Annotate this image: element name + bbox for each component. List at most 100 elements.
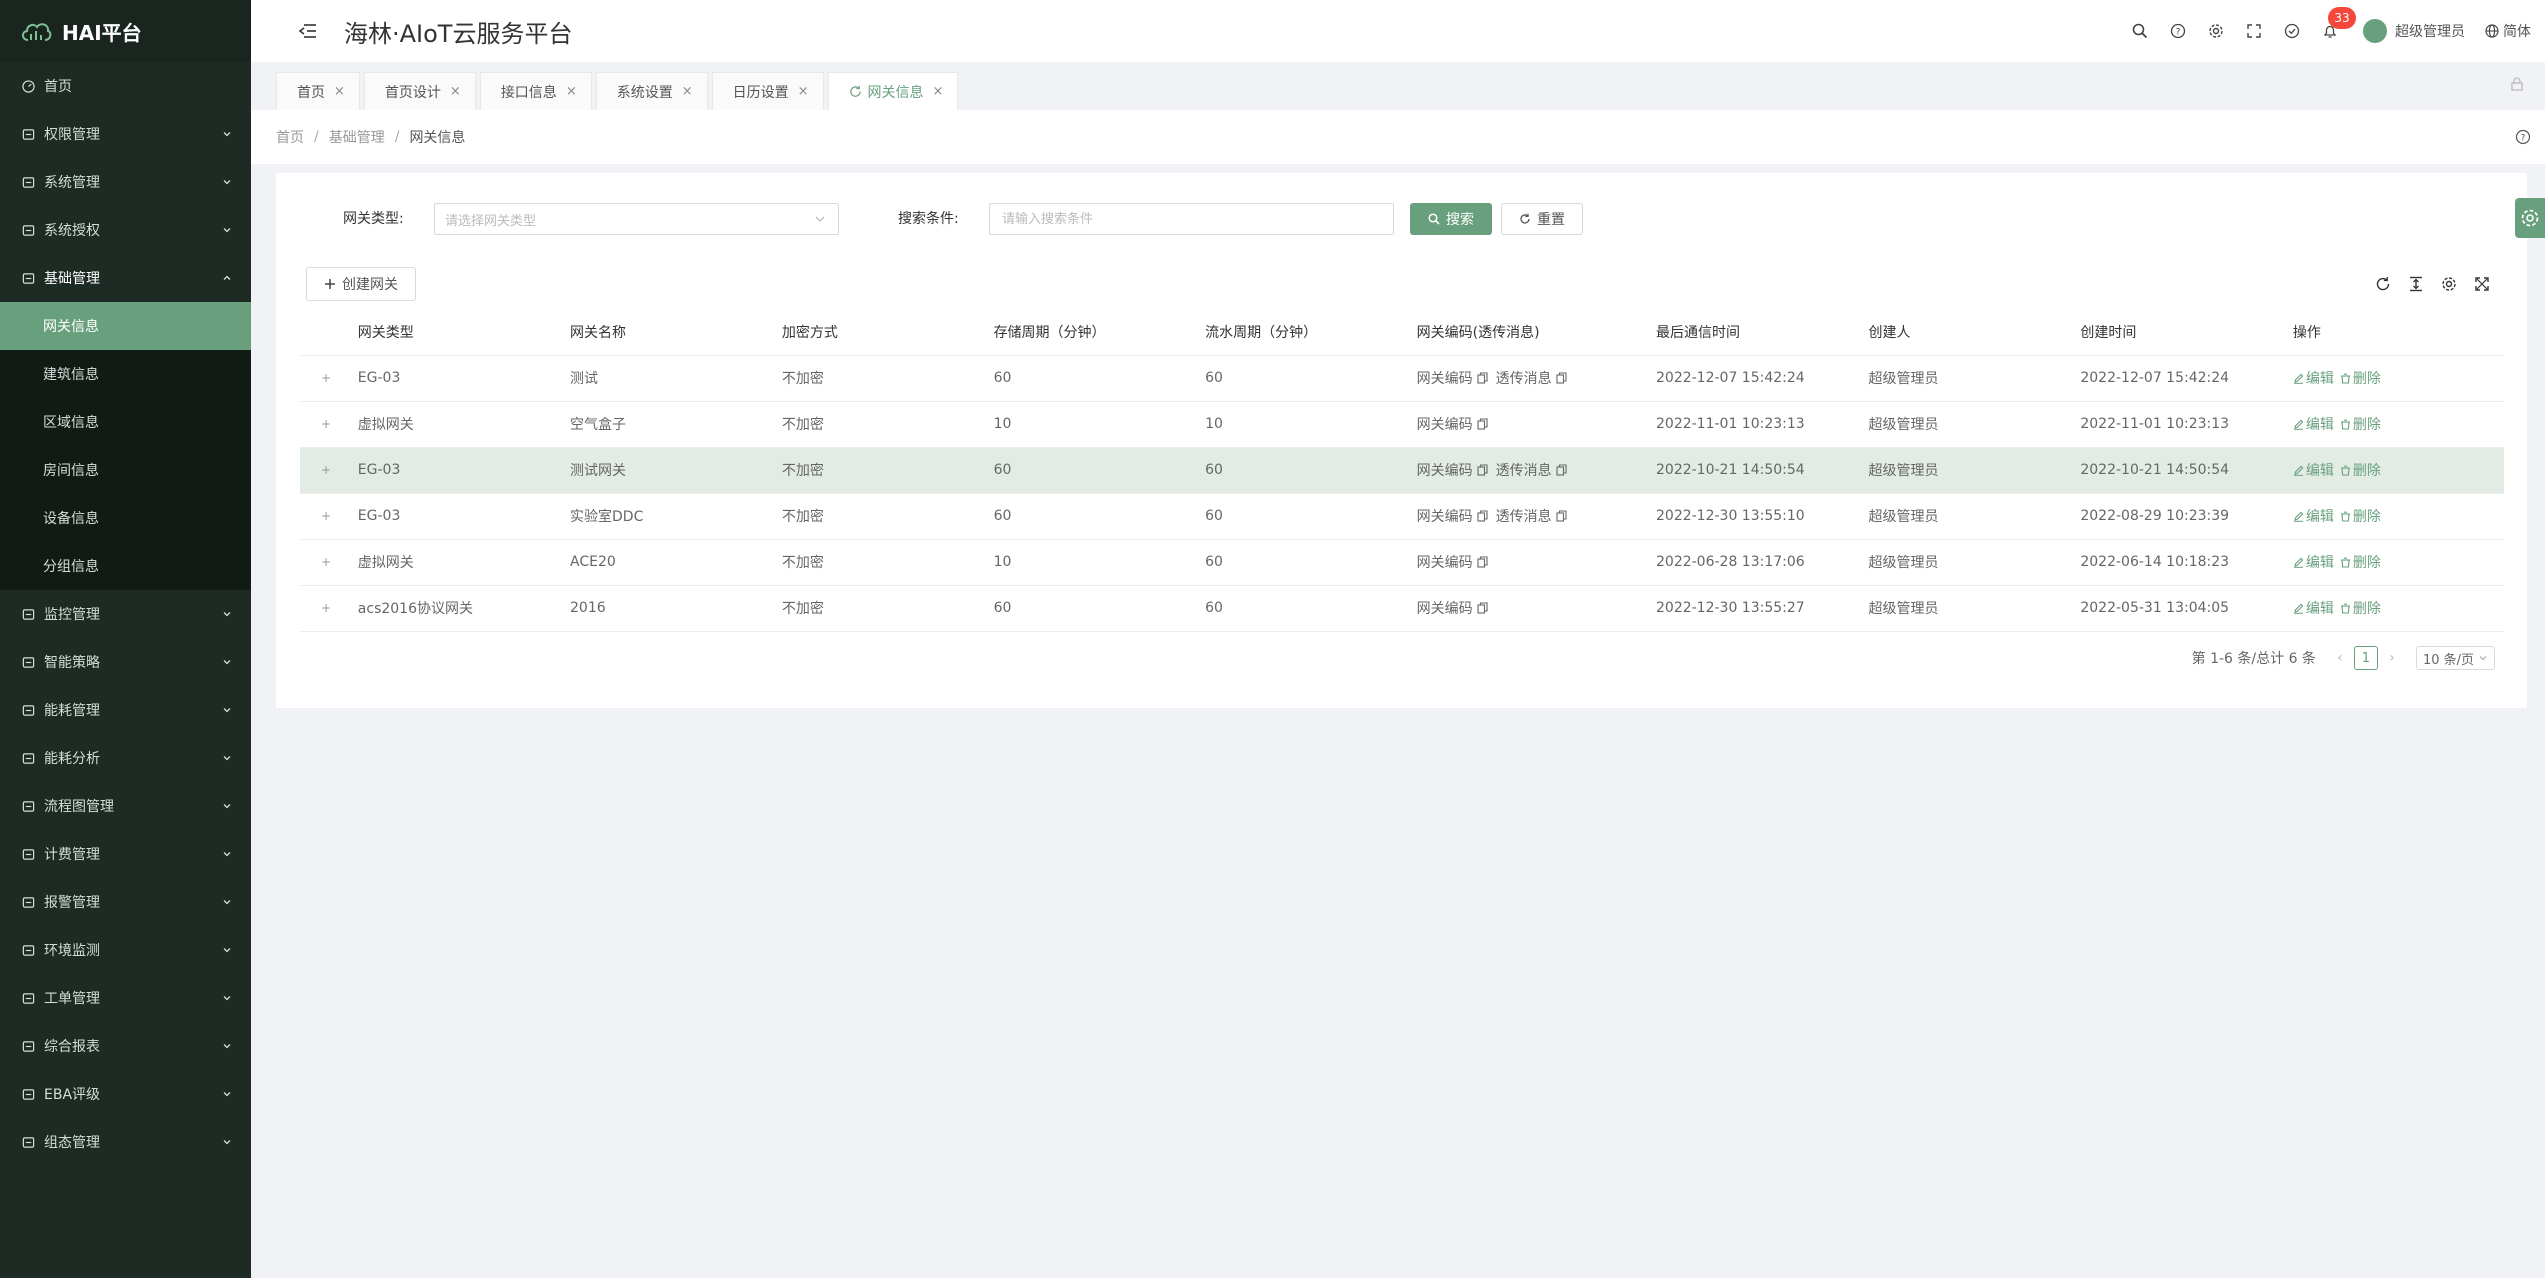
submenu-item-4[interactable]: 设备信息 bbox=[0, 494, 251, 542]
reset-button[interactable]: 重置 bbox=[1501, 203, 1583, 235]
delete-button[interactable]: 删除 bbox=[2340, 598, 2381, 618]
table-row[interactable]: + 虚拟网关 ACE20 不加密 10 60 网关编码 2022-06-28 13:17:06… bbox=[300, 539, 2504, 586]
submenu-item-2[interactable]: 区域信息 bbox=[0, 398, 251, 446]
edit-button[interactable]: 编辑 bbox=[2293, 598, 2334, 618]
expand-row-icon[interactable]: + bbox=[318, 371, 334, 385]
sidebar-item-label: 环境监测 bbox=[44, 943, 100, 959]
tab-5[interactable]: 网关信息 × bbox=[827, 72, 959, 110]
sidebar-item-15[interactable]: EBA评级 bbox=[0, 1070, 251, 1118]
language-switch[interactable]: 简体 bbox=[2485, 21, 2531, 41]
gateway-type-select[interactable]: 请选择网关类型 bbox=[434, 203, 839, 235]
prev-page-icon[interactable]: ‹ bbox=[2330, 650, 2350, 666]
sidebar-item-10[interactable]: 计费管理 bbox=[0, 830, 251, 878]
sidebar-item-0[interactable]: 首页 bbox=[0, 62, 251, 110]
edit-button[interactable]: 编辑 bbox=[2293, 368, 2334, 388]
sidebar-item-14[interactable]: 综合报表 bbox=[0, 1022, 251, 1070]
delete-button[interactable]: 删除 bbox=[2340, 460, 2381, 480]
tab-3[interactable]: 系统设置 × bbox=[595, 72, 708, 110]
search-icon[interactable] bbox=[2128, 19, 2152, 43]
lock-icon[interactable] bbox=[2509, 76, 2525, 92]
expand-row-icon[interactable]: + bbox=[318, 601, 334, 615]
page-1[interactable]: 1 bbox=[2353, 646, 2378, 670]
settings-icon[interactable] bbox=[2204, 19, 2228, 43]
breadcrumb-home[interactable]: 首页 bbox=[276, 127, 304, 147]
reload-icon[interactable] bbox=[2374, 275, 2392, 293]
copy-icon[interactable] bbox=[1477, 372, 1488, 384]
tab-4[interactable]: 日历设置 × bbox=[711, 72, 824, 110]
delete-button[interactable]: 删除 bbox=[2340, 414, 2381, 434]
expand-row-icon[interactable]: + bbox=[318, 417, 334, 431]
sidebar-item-2[interactable]: 系统管理 bbox=[0, 158, 251, 206]
reload-icon[interactable] bbox=[849, 85, 862, 98]
settings-icon[interactable] bbox=[2440, 275, 2458, 293]
bell-icon[interactable]: 33 bbox=[2318, 7, 2356, 43]
delete-button[interactable]: 删除 bbox=[2340, 552, 2381, 572]
page-size-select[interactable]: 10 条/页 bbox=[2415, 646, 2495, 670]
create-gateway-button[interactable]: 创建网关 bbox=[306, 267, 416, 301]
copy-icon[interactable] bbox=[1477, 418, 1488, 430]
table-row[interactable]: + EG-03 实验室DDC 不加密 60 60 网关编码 透传消息 2022-12-30 13… bbox=[300, 493, 2504, 540]
submenu-item-1[interactable]: 建筑信息 bbox=[0, 350, 251, 398]
sidebar-item-9[interactable]: 流程图管理 bbox=[0, 782, 251, 830]
table-row[interactable]: + EG-03 测试 不加密 60 60 网关编码 透传消息 2022-12-07 15:42:… bbox=[300, 355, 2504, 402]
delete-button[interactable]: 删除 bbox=[2340, 368, 2381, 388]
copy-icon[interactable] bbox=[1477, 510, 1488, 522]
close-icon[interactable]: × bbox=[682, 84, 693, 99]
table-row[interactable]: + EG-03 测试网关 不加密 60 60 网关编码 透传消息 2022-10-21 14:5… bbox=[300, 447, 2504, 494]
submenu-item-0[interactable]: 网关信息 bbox=[0, 302, 251, 350]
close-icon[interactable]: × bbox=[798, 84, 809, 99]
help-icon[interactable]: ? bbox=[2515, 129, 2531, 145]
sidebar-item-5[interactable]: 监控管理 bbox=[0, 590, 251, 638]
sidebar-item-16[interactable]: 组态管理 bbox=[0, 1118, 251, 1166]
breadcrumb-basic[interactable]: 基础管理 bbox=[329, 127, 385, 147]
tab-2[interactable]: 接口信息 × bbox=[479, 72, 592, 110]
copy-icon[interactable] bbox=[1477, 464, 1488, 476]
table-row[interactable]: + 虚拟网关 空气盒子 不加密 10 10 网关编码 2022-11-01 10:23:13 超… bbox=[300, 401, 2504, 448]
menu-fold-icon[interactable] bbox=[296, 19, 320, 43]
edit-button[interactable]: 编辑 bbox=[2293, 506, 2334, 526]
sidebar-item-8[interactable]: 能耗分析 bbox=[0, 734, 251, 782]
submenu-item-3[interactable]: 房间信息 bbox=[0, 446, 251, 494]
column-height-icon[interactable] bbox=[2407, 275, 2425, 293]
table-row[interactable]: + acs2016协议网关 2016 不加密 60 60 网关编码 2022-12-30 13… bbox=[300, 585, 2504, 632]
expand-row-icon[interactable]: + bbox=[318, 555, 334, 569]
cell-encryption: 不加密 bbox=[781, 401, 994, 448]
help-icon[interactable]: ? bbox=[2166, 19, 2190, 43]
edit-button[interactable]: 编辑 bbox=[2293, 414, 2334, 434]
search-condition-input[interactable] bbox=[989, 203, 1394, 235]
submenu-item-5[interactable]: 分组信息 bbox=[0, 542, 251, 590]
delete-button[interactable]: 删除 bbox=[2340, 506, 2381, 526]
sidebar-item-13[interactable]: 工单管理 bbox=[0, 974, 251, 1022]
tab-0[interactable]: 首页 × bbox=[276, 72, 360, 110]
user-menu[interactable]: 超级管理员 bbox=[2363, 19, 2465, 43]
sidebar-item-12[interactable]: 环境监测 bbox=[0, 926, 251, 974]
fullscreen-icon[interactable] bbox=[2473, 275, 2491, 293]
copy-icon[interactable] bbox=[1556, 372, 1567, 384]
expand-row-icon[interactable]: + bbox=[318, 463, 334, 477]
close-icon[interactable]: × bbox=[566, 84, 577, 99]
edit-button[interactable]: 编辑 bbox=[2293, 460, 2334, 480]
close-icon[interactable]: × bbox=[450, 84, 461, 99]
sidebar-item-6[interactable]: 智能策略 bbox=[0, 638, 251, 686]
search-button[interactable]: 搜索 bbox=[1410, 203, 1492, 235]
expand-row-icon[interactable]: + bbox=[318, 509, 334, 523]
sidebar-item-11[interactable]: 报警管理 bbox=[0, 878, 251, 926]
edit-button[interactable]: 编辑 bbox=[2293, 552, 2334, 572]
logo[interactable]: HAI平台 bbox=[0, 0, 251, 62]
sidebar-item-7[interactable]: 能耗管理 bbox=[0, 686, 251, 734]
copy-icon[interactable] bbox=[1477, 556, 1488, 568]
copy-icon[interactable] bbox=[1556, 464, 1567, 476]
sidebar-item-1[interactable]: 权限管理 bbox=[0, 110, 251, 158]
tab-1[interactable]: 首页设计 × bbox=[363, 72, 476, 110]
copy-icon[interactable] bbox=[1556, 510, 1567, 522]
floating-settings-icon[interactable] bbox=[2515, 198, 2545, 238]
sidebar-item-3[interactable]: 系统授权 bbox=[0, 206, 251, 254]
next-page-icon[interactable]: › bbox=[2382, 650, 2402, 666]
fullscreen-icon[interactable] bbox=[2242, 19, 2266, 43]
cell-code: 网关编码 透传消息 bbox=[1416, 447, 1656, 494]
close-icon[interactable]: × bbox=[334, 84, 345, 99]
theme-icon[interactable] bbox=[2280, 19, 2304, 43]
close-icon[interactable]: × bbox=[933, 84, 944, 99]
copy-icon[interactable] bbox=[1477, 602, 1488, 614]
sidebar-item-4[interactable]: 基础管理 bbox=[0, 254, 251, 302]
